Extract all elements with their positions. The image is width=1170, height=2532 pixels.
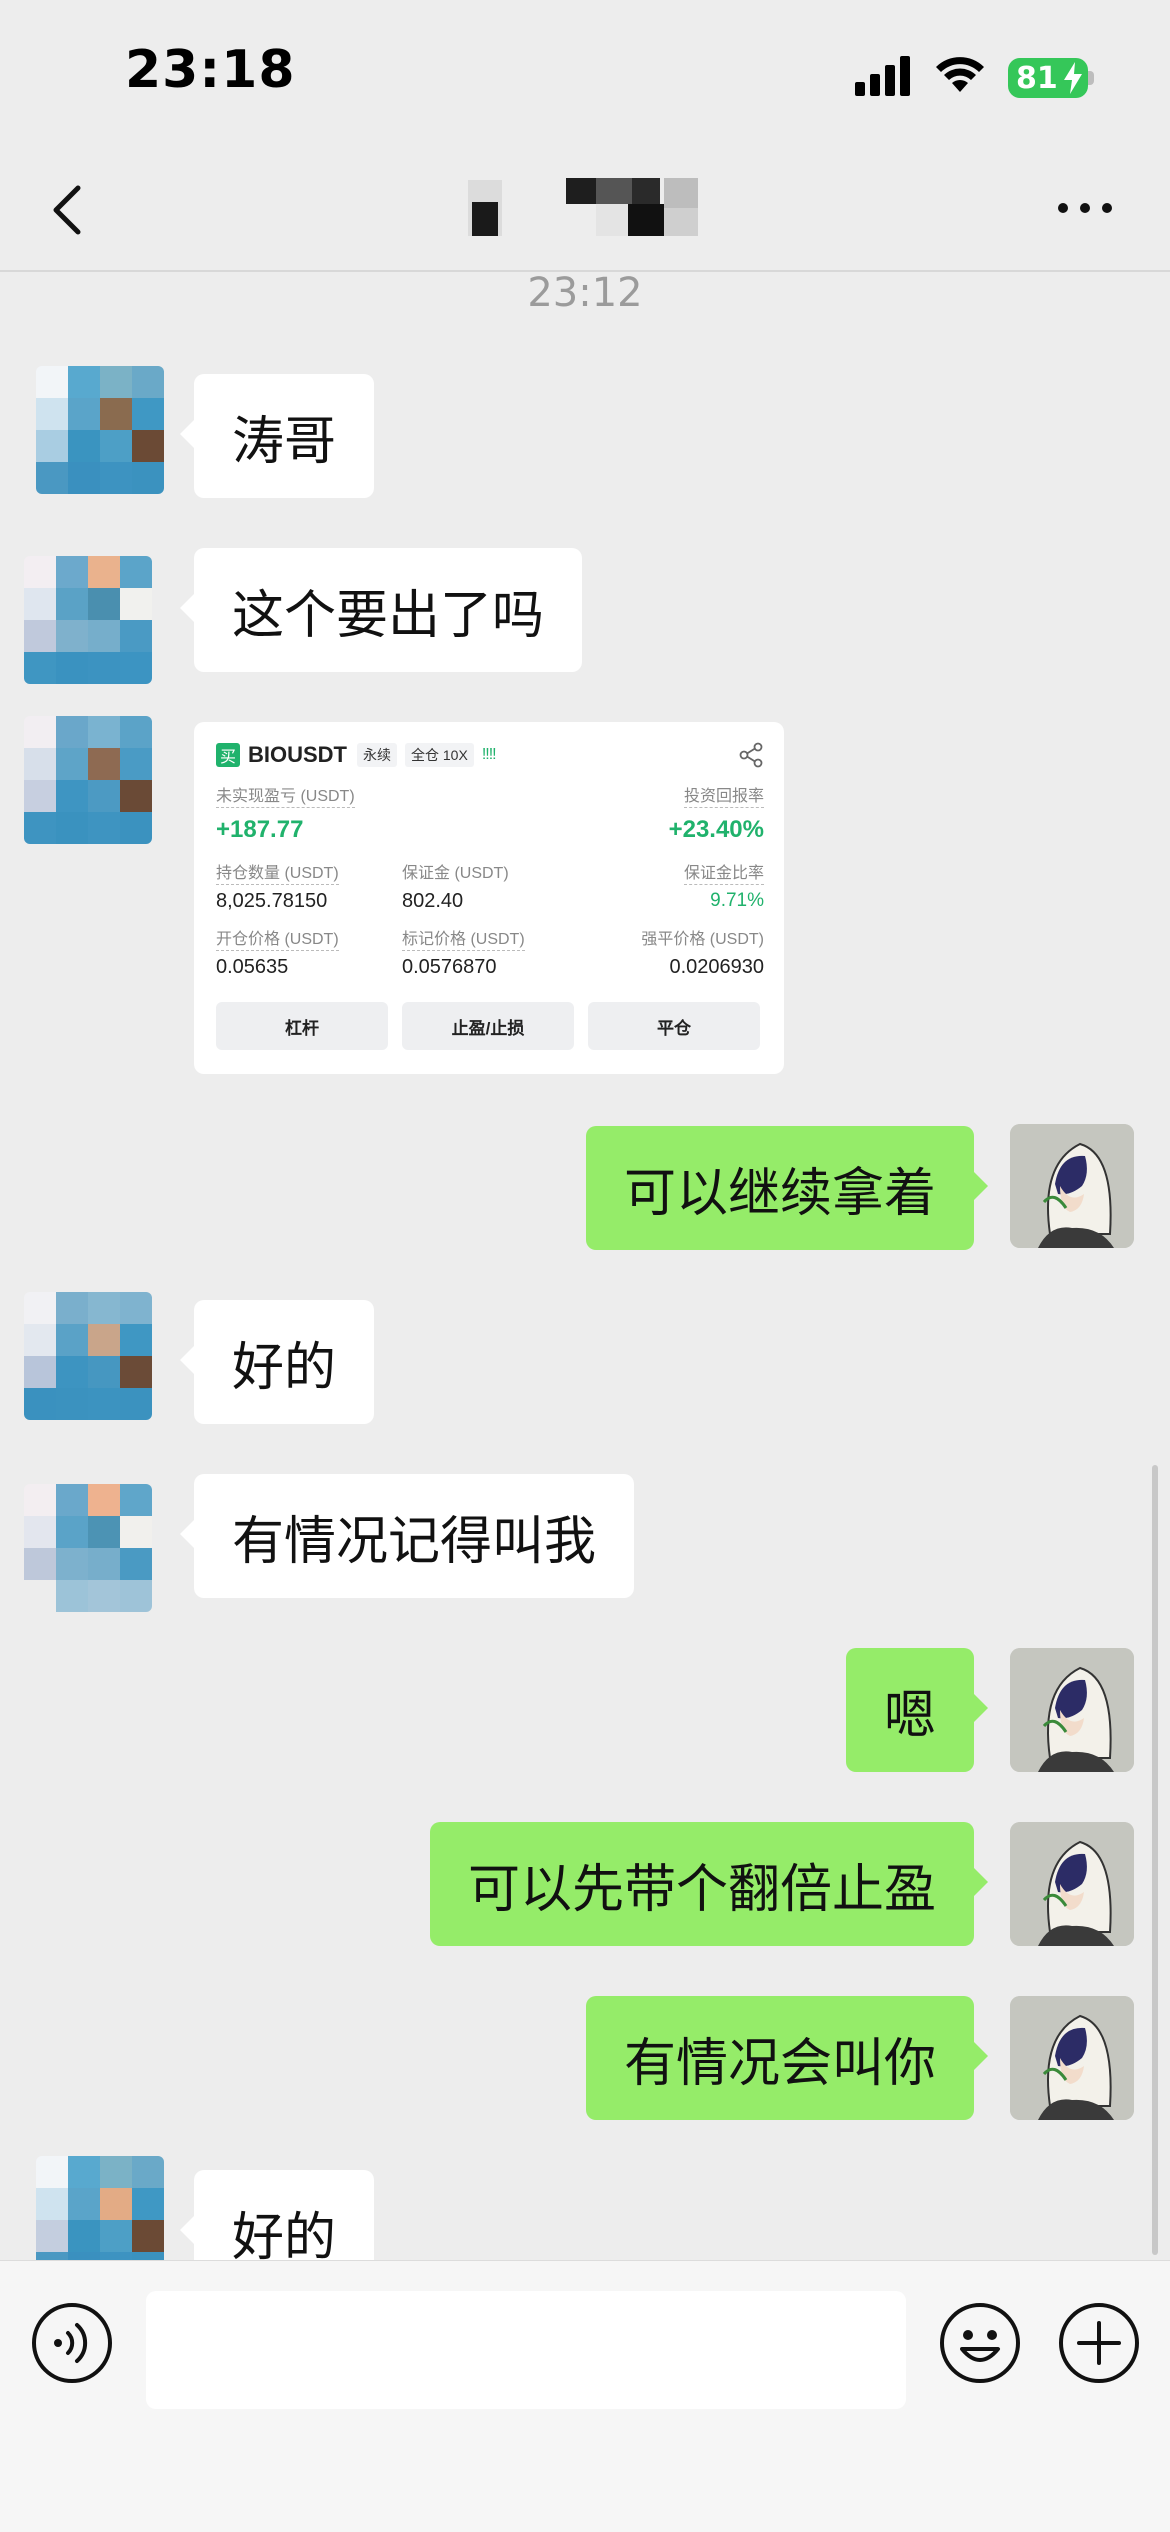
more-options-icon[interactable] xyxy=(1055,198,1115,218)
emoji-icon[interactable] xyxy=(938,2301,1022,2385)
message-text: 这个要出了吗 xyxy=(232,585,545,646)
message-text: 有情况会叫你 xyxy=(623,2033,936,2094)
navigation-bar xyxy=(0,150,1170,272)
cellular-signal-icon xyxy=(855,56,910,96)
message-text: 可以继续拿着 xyxy=(623,1163,936,1224)
position-size-value: 8,025.78150 xyxy=(216,890,328,912)
liquidation-price-value: 0.0206930 xyxy=(669,956,764,978)
trading-pair: BIOUSDT xyxy=(248,742,347,767)
roi-label: 投资回报率 xyxy=(683,787,764,808)
contact-avatar[interactable] xyxy=(24,1292,152,1420)
input-bar xyxy=(0,2260,1170,2532)
back-chevron-icon[interactable] xyxy=(40,180,100,240)
my-avatar[interactable] xyxy=(1010,1996,1134,2120)
share-icon xyxy=(739,742,763,768)
contact-avatar[interactable] xyxy=(36,366,164,494)
roi-value: +23.40% xyxy=(668,816,764,843)
voice-icon[interactable] xyxy=(30,2301,114,2385)
contract-type-tag: 永续 xyxy=(357,743,397,767)
margin-label: 保证金 (USDT) xyxy=(402,865,509,882)
hooded-character-avatar-icon xyxy=(1010,1124,1134,1248)
position-size-label: 持仓数量 (USDT) xyxy=(216,864,339,885)
margin-ratio-label: 保证金比率 xyxy=(683,864,764,885)
message-bubble-incoming[interactable]: 涛哥 xyxy=(179,374,375,498)
hooded-character-avatar-icon xyxy=(1010,1822,1134,1946)
plus-circle-icon[interactable] xyxy=(1057,2301,1141,2385)
mark-price-label: 标记价格 (USDT) xyxy=(402,930,525,951)
message-bubble-outgoing[interactable]: 有情况会叫你 xyxy=(585,1996,989,2120)
wifi-icon xyxy=(936,57,984,92)
message-bubble-outgoing[interactable]: 可以先带个翻倍止盈 xyxy=(429,1822,989,1946)
mark-price-value: 0.0576870 xyxy=(402,956,497,978)
message-bubble-outgoing[interactable]: 嗯 xyxy=(845,1648,989,1772)
status-bar: 23:18 81 xyxy=(0,0,1170,150)
time-separator: 23:12 xyxy=(527,270,643,316)
unrealized-pnl-value: +187.77 xyxy=(216,816,304,843)
trade-position-card-image[interactable]: 买 BIOUSDT 永续 全仓 10X !!!! 未实现盈亏 (USDT) +1… xyxy=(194,722,784,1074)
contact-avatar[interactable] xyxy=(24,716,152,844)
my-avatar[interactable] xyxy=(1010,1124,1134,1248)
close-position-button: 平仓 xyxy=(588,1002,760,1050)
hooded-character-avatar-icon xyxy=(1010,1996,1134,2120)
message-bubble-incoming[interactable]: 这个要出了吗 xyxy=(179,548,583,672)
battery-level: 81 xyxy=(1016,60,1058,96)
hooded-character-avatar-icon xyxy=(1010,1648,1134,1772)
margin-value: 802.40 xyxy=(402,890,464,912)
margin-mode-tag: 全仓 10X xyxy=(405,743,474,767)
charging-bolt-icon xyxy=(1064,62,1082,94)
trade-card-header: 买 BIOUSDT 永续 全仓 10X !!!! xyxy=(216,740,497,770)
message-text: 涛哥 xyxy=(232,411,337,472)
message-text: 嗯 xyxy=(883,1685,936,1746)
scrollbar[interactable] xyxy=(1152,1465,1158,2255)
message-bubble-incoming[interactable]: 有情况记得叫我 xyxy=(179,1474,635,1598)
my-avatar[interactable] xyxy=(1010,1822,1134,1946)
message-text: 有情况记得叫我 xyxy=(232,1511,597,1572)
message-bubble-incoming[interactable]: 好的 xyxy=(179,1300,375,1424)
message-text: 可以先带个翻倍止盈 xyxy=(467,1859,936,1920)
liquidation-price-label: 强平价格 (USDT) xyxy=(641,931,764,948)
message-text: 好的 xyxy=(232,1337,337,1398)
message-bubble-outgoing[interactable]: 可以继续拿着 xyxy=(585,1126,989,1250)
unrealized-pnl-label: 未实现盈亏 (USDT) xyxy=(216,787,355,808)
my-avatar[interactable] xyxy=(1010,1648,1134,1772)
entry-price-label: 开仓价格 (USDT) xyxy=(216,930,339,951)
contact-avatar[interactable] xyxy=(24,1484,152,1612)
entry-price-value: 0.05635 xyxy=(216,956,289,978)
margin-ratio-value: 9.71% xyxy=(710,890,764,911)
contact-avatar[interactable] xyxy=(24,556,152,684)
risk-bars: !!!! xyxy=(481,746,497,763)
chat-title-pixelated xyxy=(468,178,698,236)
status-time: 23:18 xyxy=(125,40,296,100)
buy-badge: 买 xyxy=(216,743,240,767)
tp-sl-button: 止盈/止损 xyxy=(402,1002,574,1050)
battery-tip xyxy=(1088,71,1094,85)
message-text: 好的 xyxy=(232,2207,337,2268)
message-input[interactable] xyxy=(146,2291,906,2409)
leverage-button: 杠杆 xyxy=(216,1002,388,1050)
